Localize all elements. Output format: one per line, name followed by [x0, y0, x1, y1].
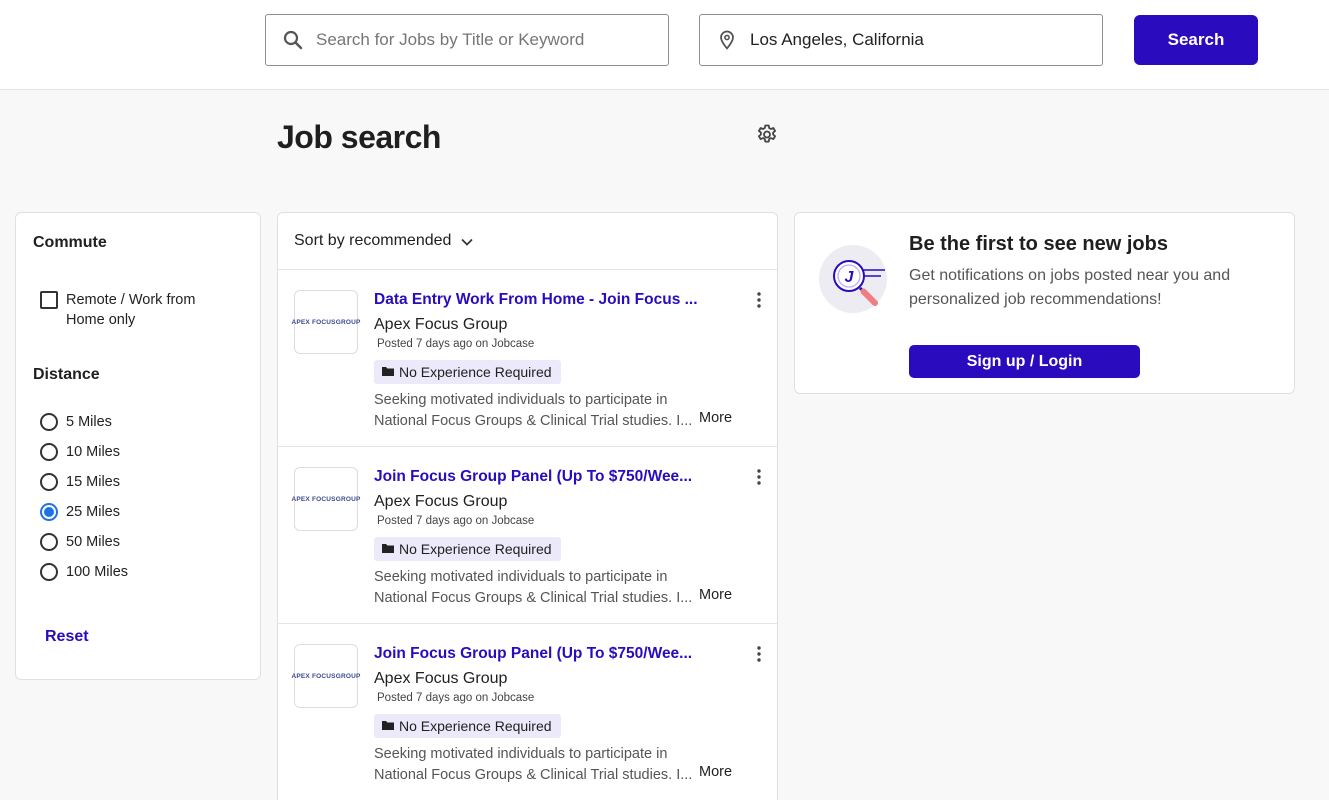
distance-label: 15 Miles: [66, 474, 120, 490]
company-name: Apex Focus Group: [374, 316, 508, 333]
distance-option[interactable]: 10 Miles: [40, 443, 120, 461]
commute-heading: Commute: [33, 234, 107, 251]
sort-label: Sort by recommended: [294, 232, 452, 249]
distance-heading: Distance: [33, 366, 100, 383]
filters-panel: Commute Remote / Work from Home only Dis…: [15, 212, 261, 680]
job-card[interactable]: APEX FOCUSGROUP Join Focus Group Panel (…: [278, 447, 777, 624]
distance-radio[interactable]: [40, 533, 58, 551]
chevron-down-icon: [461, 233, 474, 251]
location-input[interactable]: [750, 30, 1080, 50]
promo-title: Be the first to see new jobs: [909, 233, 1168, 255]
job-card[interactable]: APEX FOCUSGROUP Join Focus Group Panel (…: [278, 624, 777, 800]
job-card[interactable]: APEX FOCUSGROUP Data Entry Work From Hom…: [278, 270, 777, 447]
posted-date: Posted 7 days ago on Jobcase: [377, 515, 535, 527]
signup-login-button[interactable]: Sign up / Login: [909, 345, 1140, 378]
experience-badge: No Experience Required: [374, 360, 561, 384]
results-panel: Sort by recommended APEX FOCUSGROUP Data…: [277, 212, 778, 800]
job-title-link[interactable]: Join Focus Group Panel (Up To $750/Wee..…: [374, 468, 719, 486]
distance-label: 5 Miles: [66, 414, 112, 430]
magnifier-illustration: J: [817, 243, 889, 315]
job-description: Seeking motivated individuals to partici…: [374, 569, 693, 606]
company-logo: APEX FOCUSGROUP: [291, 290, 360, 354]
job-title-link[interactable]: Join Focus Group Panel (Up To $750/Wee..…: [374, 645, 719, 663]
search-icon: [266, 15, 316, 65]
search-button[interactable]: Search: [1134, 15, 1258, 65]
search-input[interactable]: [316, 30, 646, 50]
distance-label: 10 Miles: [66, 444, 120, 460]
remote-checkbox[interactable]: [40, 291, 58, 309]
distance-option[interactable]: 15 Miles: [40, 473, 120, 491]
more-link[interactable]: More: [699, 410, 732, 426]
more-link[interactable]: More: [699, 587, 732, 603]
badge-label: No Experience Required: [399, 364, 552, 380]
illustration-letter: J: [845, 269, 855, 286]
folder-icon: [381, 364, 395, 380]
remote-checkbox-row[interactable]: Remote / Work from Home only: [40, 290, 216, 330]
posted-date: Posted 7 days ago on Jobcase: [377, 692, 535, 704]
badge-label: No Experience Required: [399, 541, 552, 557]
distance-radio[interactable]: [40, 473, 58, 491]
top-bar: Search: [0, 0, 1329, 90]
reset-link[interactable]: Reset: [45, 628, 89, 646]
posted-date: Posted 7 days ago on Jobcase: [377, 338, 535, 350]
job-title-link[interactable]: Data Entry Work From Home - Join Focus .…: [374, 291, 719, 309]
folder-icon: [381, 541, 395, 557]
kebab-menu-icon[interactable]: [748, 290, 770, 310]
page-title: Job search: [277, 119, 441, 155]
remote-label: Remote / Work from Home only: [66, 292, 196, 328]
distance-radio[interactable]: [40, 563, 58, 581]
company-logo: APEX FOCUSGROUP: [291, 467, 360, 531]
company-name: Apex Focus Group: [374, 670, 508, 687]
distance-radio-selected[interactable]: [40, 503, 58, 521]
distance-option[interactable]: 5 Miles: [40, 413, 112, 431]
distance-radio[interactable]: [40, 413, 58, 431]
kebab-menu-icon[interactable]: [748, 467, 770, 487]
sort-dropdown[interactable]: Sort by recommended: [278, 213, 777, 270]
company-logo: APEX FOCUSGROUP: [291, 644, 360, 708]
badge-label: No Experience Required: [399, 718, 552, 734]
search-field[interactable]: [265, 14, 669, 66]
experience-badge: No Experience Required: [374, 714, 561, 738]
distance-label: 50 Miles: [66, 534, 120, 550]
location-field[interactable]: [699, 14, 1103, 66]
distance-label: 25 Miles: [66, 504, 120, 520]
folder-icon: [381, 718, 395, 734]
location-pin-icon: [700, 15, 750, 65]
company-name: Apex Focus Group: [374, 493, 508, 510]
promo-text: Get notifications on jobs posted near yo…: [909, 267, 1231, 308]
distance-label: 100 Miles: [66, 564, 129, 580]
notifications-promo: J Be the first to see new jobs Get notif…: [794, 212, 1295, 394]
distance-radio[interactable]: [40, 443, 58, 461]
kebab-menu-icon[interactable]: [748, 644, 770, 664]
job-description: Seeking motivated individuals to partici…: [374, 392, 693, 429]
gear-icon[interactable]: [755, 123, 779, 147]
experience-badge: No Experience Required: [374, 537, 561, 561]
distance-option[interactable]: 25 Miles: [40, 503, 120, 521]
distance-option[interactable]: 50 Miles: [40, 533, 120, 551]
distance-option[interactable]: 100 Miles: [40, 563, 128, 581]
job-description: Seeking motivated individuals to partici…: [374, 746, 693, 783]
more-link[interactable]: More: [699, 764, 732, 780]
